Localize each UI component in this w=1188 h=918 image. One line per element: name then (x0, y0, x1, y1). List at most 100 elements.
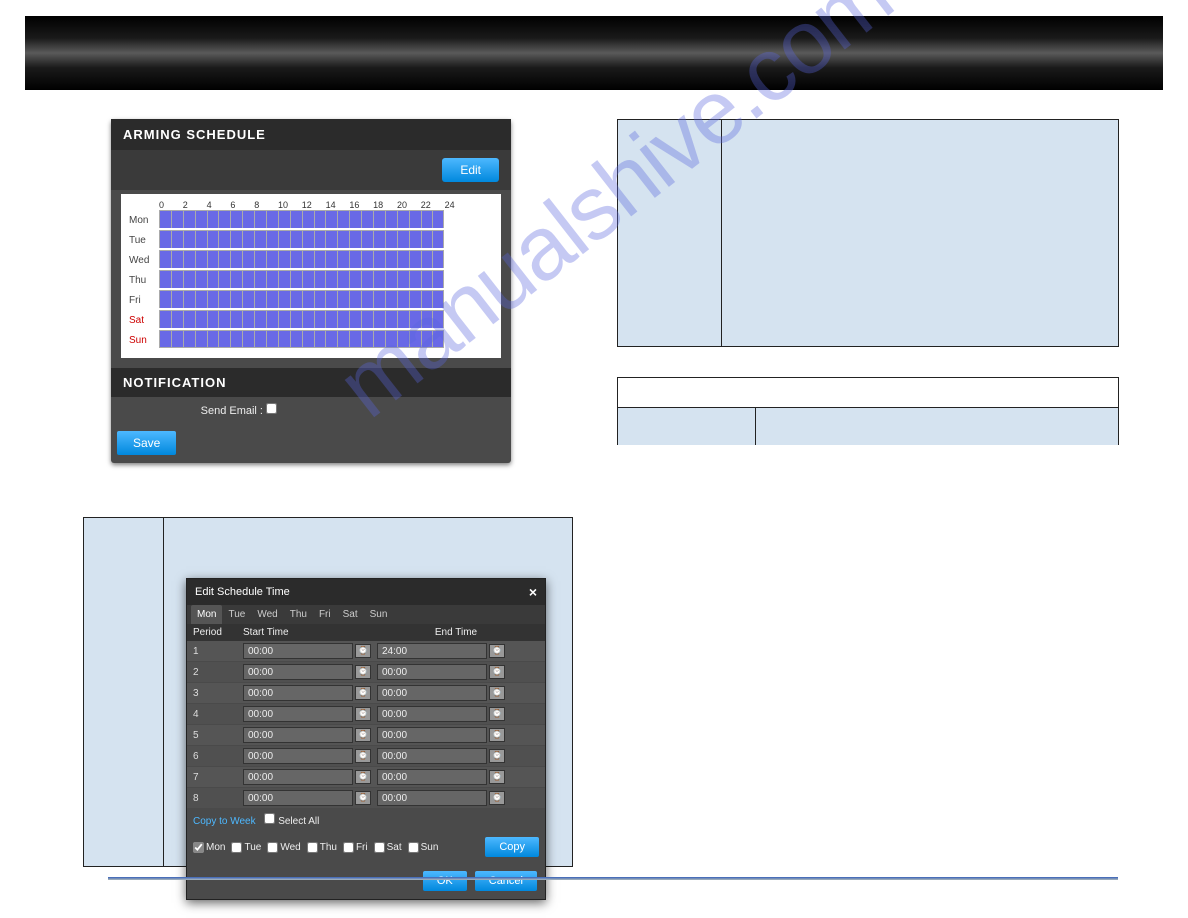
time-picker-icon[interactable]: ⌚ (489, 686, 505, 700)
schedule-cell[interactable] (432, 330, 444, 348)
schedule-cell[interactable] (421, 210, 433, 228)
schedule-cell[interactable] (397, 270, 409, 288)
schedule-cell[interactable] (385, 230, 397, 248)
schedule-cell[interactable] (385, 210, 397, 228)
schedule-cell[interactable] (171, 230, 183, 248)
schedule-cell[interactable] (349, 210, 361, 228)
dialog-tab-wed[interactable]: Wed (251, 605, 283, 624)
schedule-cell[interactable] (278, 230, 290, 248)
schedule-cell[interactable] (432, 270, 444, 288)
schedule-cell[interactable] (421, 270, 433, 288)
schedule-cell[interactable] (183, 250, 195, 268)
day-check-mon[interactable]: Mon (193, 842, 225, 853)
schedule-cell[interactable] (373, 250, 385, 268)
schedule-cell[interactable] (207, 270, 219, 288)
start-time-input[interactable] (243, 748, 353, 764)
schedule-cell[interactable] (230, 230, 242, 248)
day-check-tue[interactable]: Tue (231, 842, 261, 853)
schedule-cell[interactable] (266, 250, 278, 268)
schedule-cell[interactable] (302, 290, 314, 308)
schedule-cell[interactable] (432, 290, 444, 308)
schedule-cell[interactable] (195, 270, 207, 288)
schedule-cell[interactable] (373, 270, 385, 288)
day-check-thu[interactable]: Thu (307, 842, 337, 853)
schedule-cell[interactable] (278, 270, 290, 288)
schedule-cell[interactable] (278, 250, 290, 268)
schedule-cell[interactable] (207, 330, 219, 348)
schedule-cell[interactable] (349, 250, 361, 268)
schedule-cell[interactable] (218, 330, 230, 348)
day-check-box-wed[interactable] (267, 842, 278, 853)
end-time-input[interactable] (377, 748, 487, 764)
schedule-cell[interactable] (195, 210, 207, 228)
time-picker-icon[interactable]: ⌚ (355, 686, 371, 700)
schedule-cell[interactable] (230, 270, 242, 288)
time-picker-icon[interactable]: ⌚ (489, 665, 505, 679)
schedule-cell[interactable] (171, 330, 183, 348)
schedule-cell[interactable] (421, 250, 433, 268)
schedule-cell[interactable] (290, 250, 302, 268)
schedule-cell[interactable] (159, 230, 171, 248)
schedule-cell[interactable] (183, 230, 195, 248)
schedule-cell[interactable] (266, 330, 278, 348)
schedule-cell[interactable] (290, 330, 302, 348)
schedule-cell[interactable] (409, 290, 421, 308)
schedule-cell[interactable] (373, 210, 385, 228)
schedule-cell[interactable] (314, 310, 326, 328)
schedule-cell[interactable] (373, 310, 385, 328)
start-time-input[interactable] (243, 790, 353, 806)
schedule-cell[interactable] (361, 210, 373, 228)
schedule-cell[interactable] (421, 330, 433, 348)
schedule-cell[interactable] (159, 330, 171, 348)
schedule-cell[interactable] (278, 290, 290, 308)
dialog-tab-fri[interactable]: Fri (313, 605, 337, 624)
schedule-cell[interactable] (278, 330, 290, 348)
time-picker-icon[interactable]: ⌚ (355, 644, 371, 658)
schedule-cell[interactable] (254, 270, 266, 288)
schedule-cell[interactable] (314, 330, 326, 348)
edit-button[interactable]: Edit (442, 158, 499, 182)
schedule-cell[interactable] (254, 210, 266, 228)
schedule-cell[interactable] (409, 310, 421, 328)
schedule-cell[interactable] (171, 250, 183, 268)
start-time-input[interactable] (243, 664, 353, 680)
schedule-cell[interactable] (337, 310, 349, 328)
schedule-cell[interactable] (171, 310, 183, 328)
time-picker-icon[interactable]: ⌚ (489, 728, 505, 742)
schedule-cell[interactable] (290, 270, 302, 288)
start-time-input[interactable] (243, 706, 353, 722)
time-picker-icon[interactable]: ⌚ (489, 791, 505, 805)
time-picker-icon[interactable]: ⌚ (489, 770, 505, 784)
schedule-cell[interactable] (242, 310, 254, 328)
schedule-cell[interactable] (349, 330, 361, 348)
schedule-cell[interactable] (207, 210, 219, 228)
schedule-cell[interactable] (183, 210, 195, 228)
schedule-cell[interactable] (230, 290, 242, 308)
schedule-cell[interactable] (254, 250, 266, 268)
schedule-cell[interactable] (409, 230, 421, 248)
save-button[interactable]: Save (117, 431, 176, 455)
schedule-cell[interactable] (337, 290, 349, 308)
schedule-cell[interactable] (397, 250, 409, 268)
time-picker-icon[interactable]: ⌚ (355, 728, 371, 742)
dialog-tab-tue[interactable]: Tue (222, 605, 251, 624)
schedule-cell[interactable] (421, 310, 433, 328)
schedule-cell[interactable] (397, 230, 409, 248)
end-time-input[interactable] (377, 769, 487, 785)
time-picker-icon[interactable]: ⌚ (489, 749, 505, 763)
close-icon[interactable]: × (529, 584, 537, 600)
day-check-box-thu[interactable] (307, 842, 318, 853)
dialog-tab-sun[interactable]: Sun (364, 605, 394, 624)
schedule-cell[interactable] (159, 210, 171, 228)
schedule-cell[interactable] (254, 310, 266, 328)
schedule-cell[interactable] (195, 310, 207, 328)
schedule-cell[interactable] (349, 270, 361, 288)
day-check-box-fri[interactable] (343, 842, 354, 853)
schedule-cell[interactable] (242, 330, 254, 348)
schedule-cell[interactable] (325, 230, 337, 248)
schedule-cell[interactable] (159, 250, 171, 268)
schedule-cell[interactable] (361, 270, 373, 288)
schedule-cell[interactable] (432, 230, 444, 248)
schedule-cell[interactable] (218, 310, 230, 328)
schedule-cell[interactable] (349, 230, 361, 248)
